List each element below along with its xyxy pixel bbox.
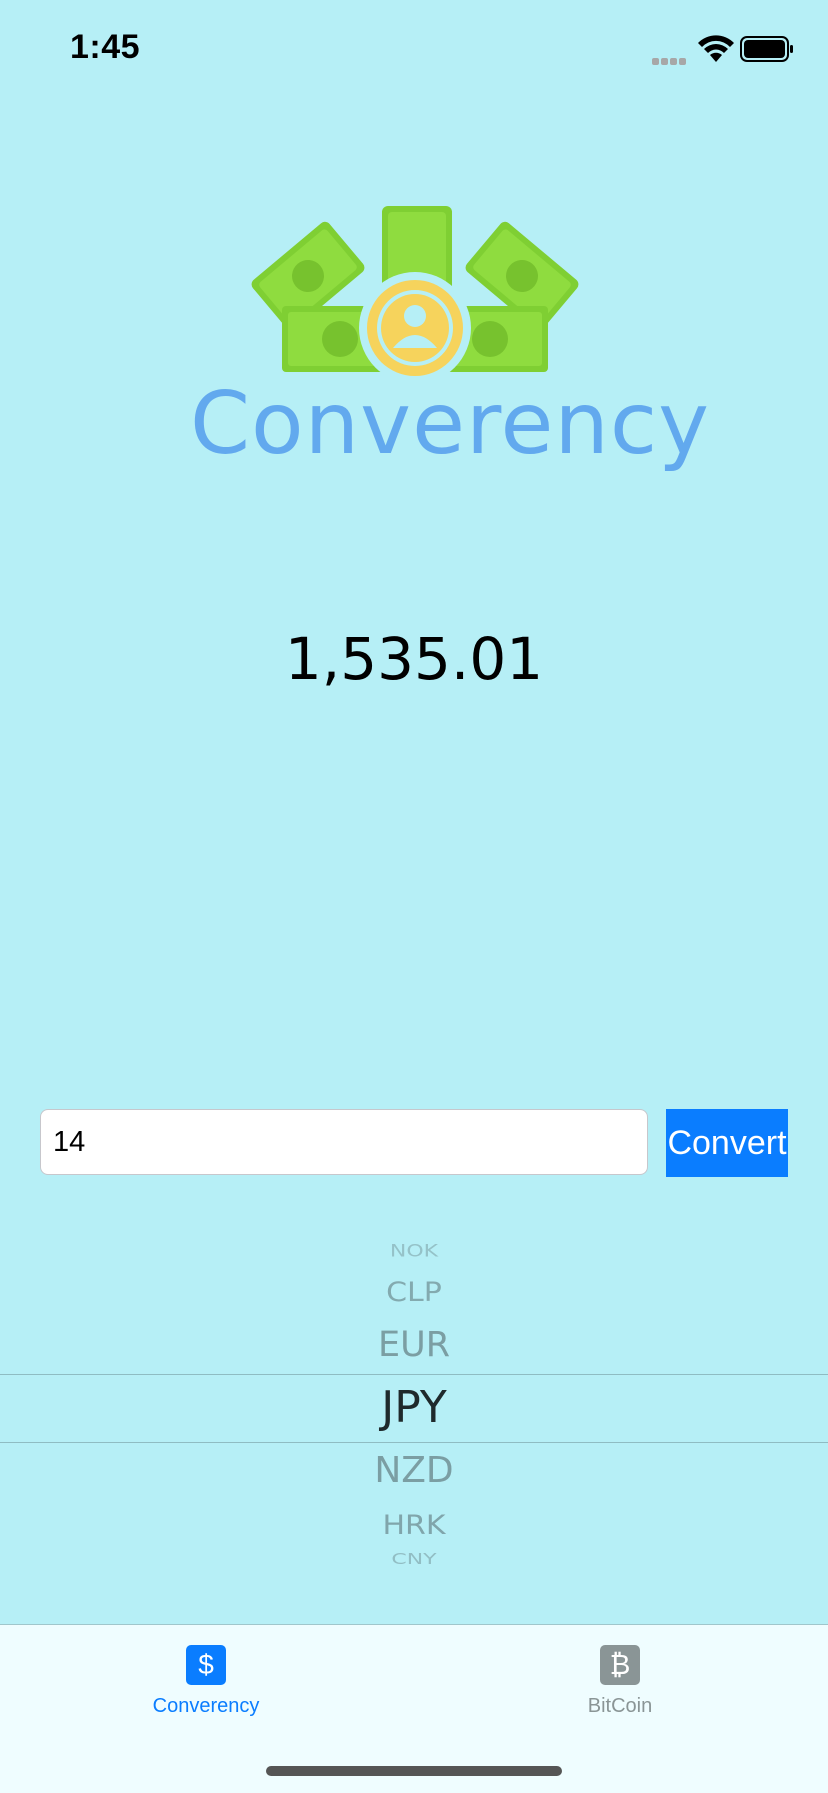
picker-selection-bottom-line xyxy=(0,1442,828,1443)
currency-picker[interactable]: NOK CLP EUR JPY NZD HRK CNY xyxy=(0,1225,828,1595)
tab-label: BitCoin xyxy=(587,1695,653,1717)
status-bar: 1:45 xyxy=(0,0,828,100)
dollar-icon: $ xyxy=(186,1645,226,1685)
picker-selected-item[interactable]: JPY xyxy=(0,1382,828,1433)
status-time: 1:45 xyxy=(70,28,141,66)
picker-item[interactable]: EUR xyxy=(0,1325,828,1365)
bitcoin-icon: ₿ xyxy=(600,1645,640,1685)
logo-wordmark: Converency xyxy=(190,374,711,474)
amount-input[interactable] xyxy=(40,1109,648,1175)
picker-item[interactable]: NZD xyxy=(0,1450,828,1491)
picker-item[interactable]: NOK xyxy=(0,1242,828,1261)
picker-selection-top-line xyxy=(0,1374,828,1375)
battery-icon xyxy=(740,36,793,62)
cellular-signal-icon xyxy=(652,52,692,65)
picker-item[interactable]: CLP xyxy=(0,1277,828,1308)
app-logo: Converency xyxy=(190,196,711,480)
tab-label: Converency xyxy=(152,1695,260,1717)
picker-item[interactable]: CNY xyxy=(0,1551,828,1569)
picker-item[interactable]: HRK xyxy=(0,1510,828,1542)
tab-converency[interactable]: $ Converency xyxy=(56,1645,356,1735)
conversion-result: 1,535.01 xyxy=(284,625,544,693)
wifi-icon xyxy=(698,35,734,62)
convert-button[interactable]: Convert xyxy=(666,1109,788,1177)
tab-bitcoin[interactable]: ₿ BitCoin xyxy=(470,1645,770,1735)
home-indicator[interactable] xyxy=(266,1766,562,1776)
money-stack-icon xyxy=(251,206,579,376)
